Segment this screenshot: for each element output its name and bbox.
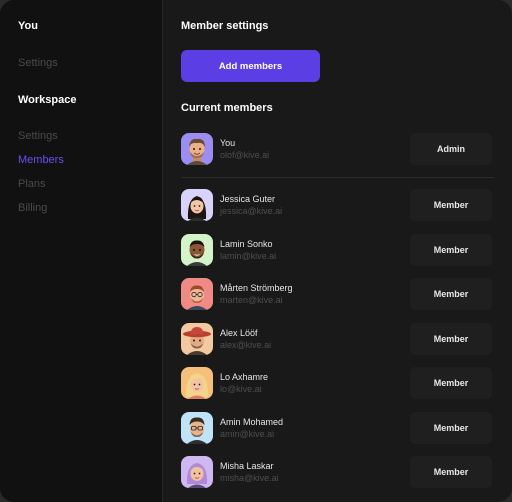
role-button-member[interactable]: Member (410, 278, 492, 310)
member-name: Mårten Strömberg (220, 283, 293, 293)
role-button-member[interactable]: Member (410, 234, 492, 266)
avatar (181, 456, 213, 488)
member-email: alex@kive.ai (220, 340, 272, 350)
avatar (181, 133, 213, 165)
avatar (181, 367, 213, 399)
member-row-marten: Mårten Strömberg marten@kive.ai Member (181, 276, 494, 312)
member-name: Amin Mohamed (220, 417, 284, 427)
role-button-member[interactable]: Member (410, 189, 492, 221)
member-row-amin: Amin Mohamed amin@kive.ai Member (181, 410, 494, 446)
role-button-member[interactable]: Member (410, 456, 492, 488)
sidebar-heading-workspace: Workspace (18, 94, 77, 106)
role-button-admin[interactable]: Admin (410, 133, 492, 165)
sidebar-item-you-settings[interactable]: Settings (18, 57, 58, 69)
app-window: You Settings Workspace Settings Members … (0, 0, 512, 502)
member-name: Alex Lööf (220, 328, 258, 338)
avatar (181, 234, 213, 266)
role-button-member[interactable]: Member (410, 412, 492, 444)
divider (181, 177, 494, 178)
member-row-lamin: Lamin Sonko lamin@kive.ai Member (181, 232, 494, 268)
avatar (181, 412, 213, 444)
member-email: amin@kive.ai (220, 429, 275, 439)
sidebar-item-workspace-settings[interactable]: Settings (18, 130, 58, 142)
main-panel: Member settings Add members Current memb… (163, 0, 512, 502)
sidebar-item-billing[interactable]: Billing (18, 202, 47, 214)
sidebar-item-members[interactable]: Members (18, 154, 64, 166)
sidebar-heading-you: You (18, 20, 38, 32)
avatar (181, 189, 213, 221)
member-name: Lamin Sonko (220, 239, 273, 249)
member-row-lo: Lo Axhamre lo@kive.ai Member (181, 365, 494, 401)
role-button-member[interactable]: Member (410, 367, 492, 399)
member-name: Jessica Guter (220, 194, 276, 204)
member-name: You (220, 138, 236, 148)
member-email: marten@kive.ai (220, 295, 283, 305)
member-row-misha: Misha Laskar misha@kive.ai Member (181, 454, 494, 490)
member-email: misha@kive.ai (220, 473, 279, 483)
member-name: Lo Axhamre (220, 372, 269, 382)
member-row-you: You olof@kive.ai Admin (181, 131, 494, 167)
member-email: lamin@kive.ai (220, 251, 277, 261)
member-row-alex: Alex Lööf alex@kive.ai Member (181, 321, 494, 357)
sidebar: You Settings Workspace Settings Members … (0, 0, 163, 502)
avatar (181, 278, 213, 310)
member-name: Misha Laskar (220, 461, 274, 471)
current-members-heading: Current members (181, 102, 273, 114)
member-email: olof@kive.ai (220, 150, 270, 160)
add-members-button[interactable]: Add members (181, 50, 320, 82)
member-row-jessica: Jessica Guter jessica@kive.ai Member (181, 187, 494, 223)
sidebar-item-plans[interactable]: Plans (18, 178, 46, 190)
member-email: jessica@kive.ai (220, 206, 283, 216)
avatar (181, 323, 213, 355)
role-button-member[interactable]: Member (410, 323, 492, 355)
member-email: lo@kive.ai (220, 384, 262, 394)
page-title: Member settings (181, 20, 269, 32)
